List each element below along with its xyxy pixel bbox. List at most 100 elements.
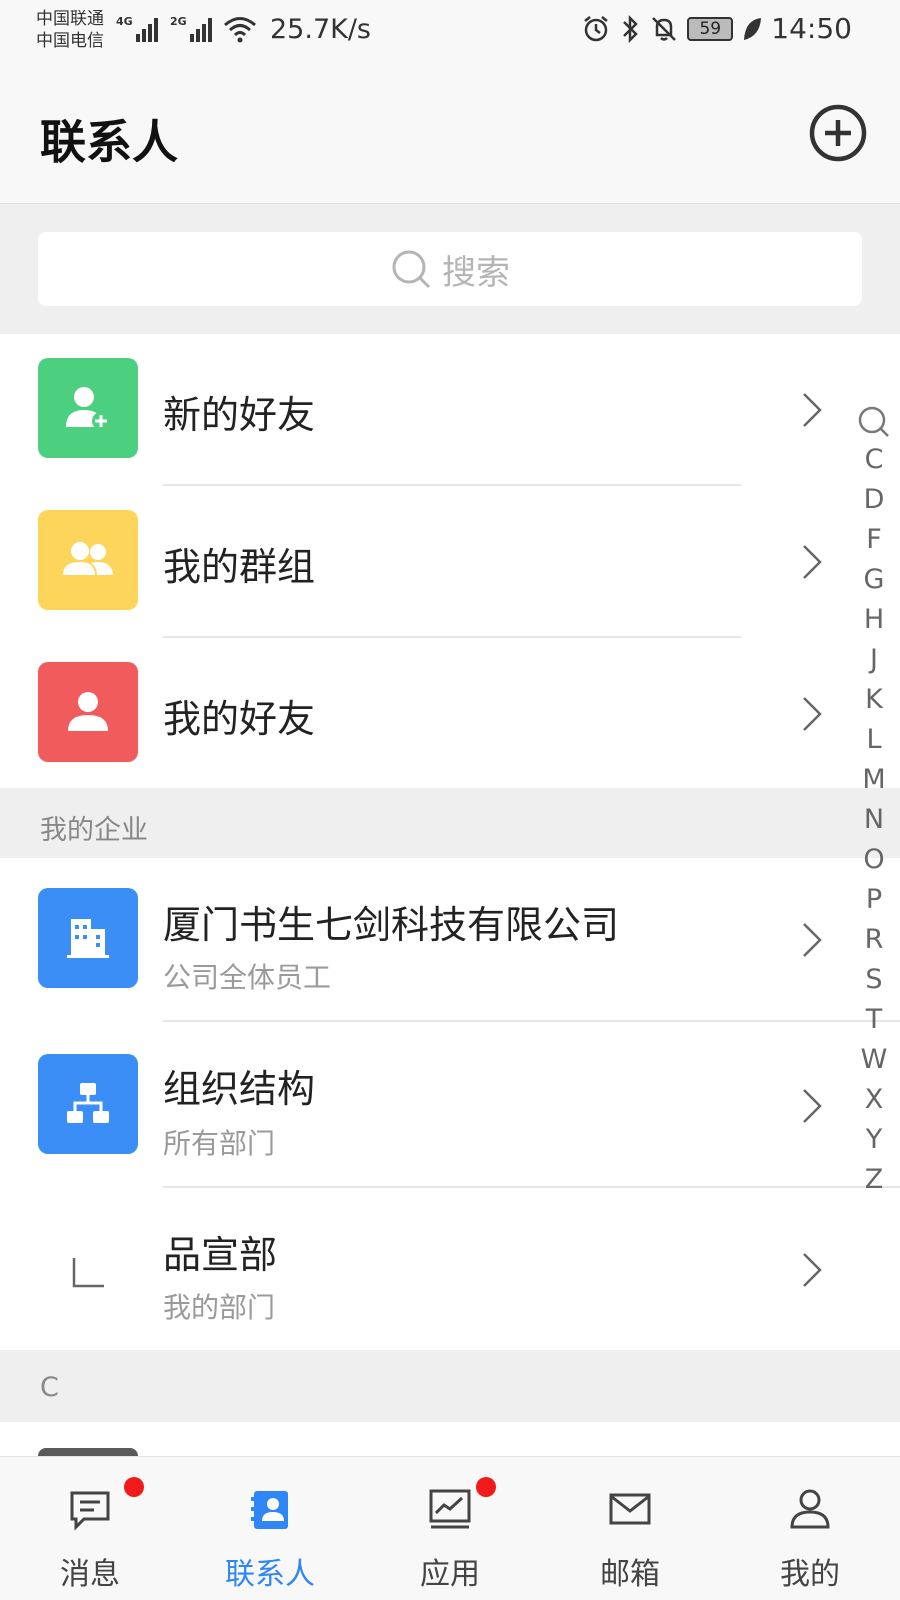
list-item-label: 组织结构 [163, 1067, 316, 1111]
battery-indicator: 59 [687, 16, 734, 41]
list-item-sublabel: 我的部门 [163, 1291, 276, 1324]
nav-item-profile[interactable]: 我的 [720, 1457, 900, 1600]
nav-label: 邮箱 [600, 1557, 660, 1592]
list-item-new-friends[interactable]: 新的好友 [0, 334, 900, 486]
profile-icon [790, 1489, 830, 1529]
chevron-right-icon [803, 393, 822, 427]
building-icon-box [38, 888, 138, 988]
carrier-1: 中国联通 [36, 9, 104, 29]
contacts-icon [251, 1491, 288, 1529]
alpha-letter-x[interactable]: X [861, 1080, 888, 1120]
net-4g-label: 4G [116, 15, 133, 28]
avatar [38, 1448, 138, 1456]
page-title: 联系人 [40, 115, 178, 169]
status-bar: 中国联通 中国电信 4G 2G 25.7K/s 59 14:50 [0, 0, 900, 62]
search-icon [392, 250, 431, 289]
chevron-right-icon [803, 697, 822, 731]
search-area: 搜索 [0, 204, 900, 334]
nav-item-mail[interactable]: 邮箱 [540, 1457, 720, 1600]
nav-item-contacts[interactable]: 联系人 [180, 1457, 360, 1600]
alpha-letter-c[interactable]: C [861, 440, 888, 480]
list-item-label: 新的好友 [163, 393, 316, 437]
alarm-icon [584, 15, 609, 41]
notification-badge [124, 1477, 144, 1497]
alpha-letter-h[interactable]: H [861, 600, 888, 640]
list-item-my-friends[interactable]: 我的好友 [0, 638, 900, 792]
user-add-icon-box [38, 358, 138, 458]
carrier-info: 中国联通 中国电信 [36, 8, 104, 52]
mute-bell-icon [652, 16, 677, 41]
alphabet-letters: CDFGHJKLMNOPRSTWXYZ [861, 440, 888, 1200]
chevron-right-icon [803, 1253, 822, 1287]
section-header-enterprise: 我的企业 [0, 788, 900, 858]
group-icon-box [38, 510, 138, 610]
list-item-department[interactable]: 品宣部 我的部门 [0, 1188, 900, 1350]
plus-circle-icon[interactable] [808, 100, 872, 164]
list-item-label: 品宣部 [163, 1233, 278, 1277]
status-right: 59 14:50 [581, 12, 852, 45]
contact-row-peek[interactable] [0, 1422, 900, 1456]
list-item-label: 我的群组 [163, 545, 316, 589]
section-title: C [40, 1372, 59, 1403]
search-icon[interactable] [856, 400, 892, 440]
chevron-right-icon [803, 1089, 822, 1123]
alpha-letter-k[interactable]: K [861, 680, 888, 720]
bluetooth-icon [623, 14, 639, 43]
nav-item-messages[interactable]: 消息 [0, 1457, 180, 1600]
section-header-c: C [0, 1350, 900, 1422]
org-chart-icon [67, 1083, 109, 1123]
list-item-my-groups[interactable]: 我的群组 [0, 486, 900, 638]
wifi-icon [224, 17, 256, 43]
building-icon [67, 919, 109, 958]
chevron-right-icon [803, 545, 822, 579]
nav-label: 消息 [60, 1557, 120, 1592]
bottom-nav: 消息 联系人 应用 邮箱 我的 [0, 1456, 900, 1600]
message-icon [70, 1491, 110, 1531]
chevron-right-icon [803, 923, 822, 957]
list-item-sublabel: 公司全体员工 [163, 961, 332, 994]
alpha-letter-o[interactable]: O [861, 840, 888, 880]
alphabet-index[interactable]: CDFGHJKLMNOPRSTWXYZ [856, 400, 892, 1200]
alpha-letter-p[interactable]: P [861, 880, 888, 920]
alpha-letter-t[interactable]: T [861, 1000, 888, 1040]
list-item-company[interactable]: 厦门书生七剑科技有限公司 公司全体员工 [0, 858, 900, 1022]
alpha-letter-f[interactable]: F [861, 520, 888, 560]
notification-badge [476, 1477, 496, 1497]
nav-label: 我的 [780, 1557, 840, 1592]
alpha-letter-y[interactable]: Y [861, 1120, 888, 1160]
quick-items-block: 新的好友 我的群组 我的好友 [0, 334, 900, 792]
chart-icon [429, 1489, 471, 1529]
search-placeholder: 搜索 [442, 252, 510, 293]
leaf-icon [744, 17, 762, 40]
user-icon [68, 692, 108, 731]
group-icon [63, 542, 113, 575]
signal-4g-icon: 4G [116, 15, 158, 42]
user-add-icon [66, 387, 110, 430]
user-icon-box [38, 662, 138, 762]
alpha-letter-j[interactable]: J [861, 640, 888, 680]
nav-label: 联系人 [225, 1557, 315, 1592]
alpha-letter-g[interactable]: G [861, 560, 888, 600]
alpha-letter-l[interactable]: L [861, 720, 888, 760]
alpha-letter-m[interactable]: M [861, 760, 888, 800]
list-item-org-structure[interactable]: 组织结构 所有部门 [0, 1022, 900, 1188]
section-title: 我的企业 [40, 815, 148, 846]
net-2g-label: 2G [170, 15, 187, 28]
alpha-letter-w[interactable]: W [861, 1040, 888, 1080]
list-item-label: 我的好友 [163, 697, 316, 741]
alpha-letter-n[interactable]: N [861, 800, 888, 840]
alpha-letter-s[interactable]: S [861, 960, 888, 1000]
alpha-letter-d[interactable]: D [861, 480, 888, 520]
mail-icon [609, 1493, 651, 1525]
signal-2g-icon: 2G [170, 15, 212, 42]
nav-label: 应用 [420, 1557, 480, 1592]
network-speed: 25.7K/s [270, 14, 371, 45]
org-chart-icon-box [38, 1054, 138, 1154]
search-input[interactable]: 搜索 [38, 232, 862, 306]
alpha-letter-r[interactable]: R [861, 920, 888, 960]
tree-branch-icon [72, 1258, 104, 1288]
alpha-letter-z[interactable]: Z [861, 1160, 888, 1200]
list-item-sublabel: 所有部门 [163, 1127, 276, 1160]
nav-item-apps[interactable]: 应用 [360, 1457, 540, 1600]
app-header: 联系人 [0, 62, 900, 204]
